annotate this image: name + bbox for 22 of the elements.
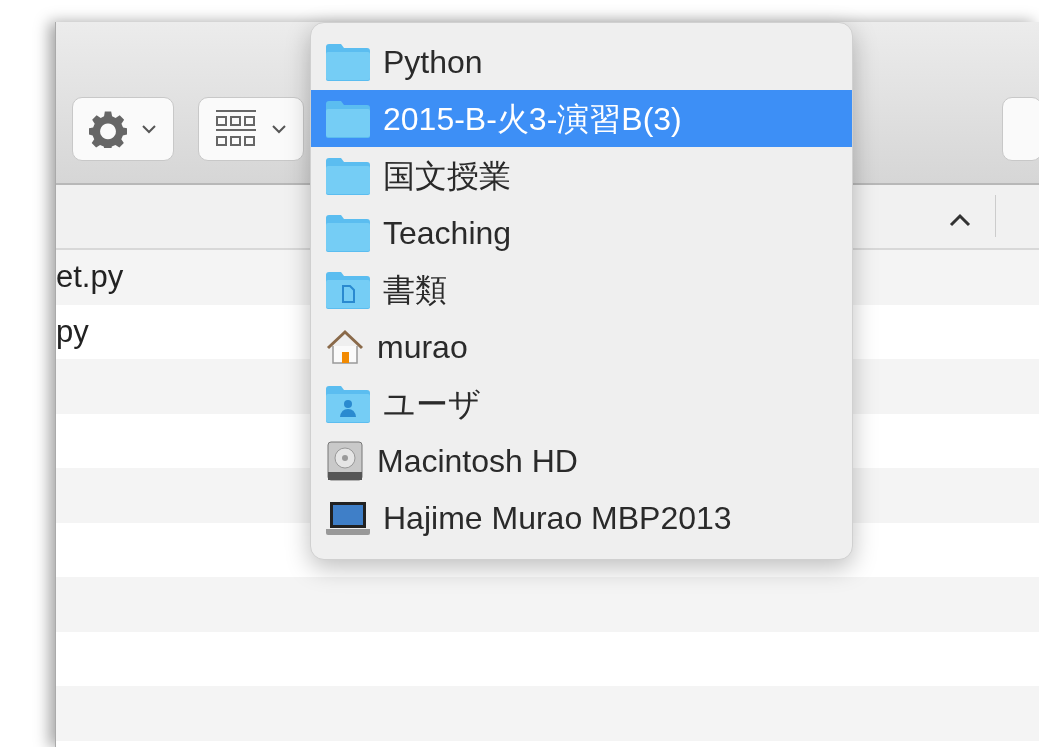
menu-item[interactable]: Macintosh HD [311,432,852,489]
menu-item[interactable]: 書類 [311,261,852,318]
menu-item[interactable]: murao [311,318,852,375]
action-button[interactable] [72,97,174,161]
menu-item[interactable]: 国文授業 [311,147,852,204]
laptop-icon [325,499,371,536]
caret-icon [271,124,288,134]
gear-icon [89,110,127,148]
menu-item[interactable]: Hajime Murao MBP2013 [311,489,852,546]
caret-icon [141,124,157,134]
grid-view-icon [215,109,258,149]
folder-icon [325,41,371,82]
folder-icon [325,98,371,139]
document-folder-icon [325,269,371,310]
folder-icon [325,155,371,196]
menu-item[interactable]: ユーザ [311,375,852,432]
menu-item[interactable]: Python [311,33,852,90]
folder-icon [325,212,371,253]
view-button[interactable] [198,97,305,161]
user-folder-icon [325,383,371,424]
menu-item[interactable]: Teaching [311,204,852,261]
file-name: et.py [56,259,124,294]
